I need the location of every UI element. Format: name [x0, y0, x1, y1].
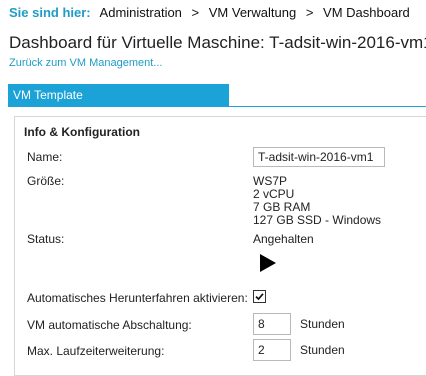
status-value: Angehalten	[253, 232, 314, 246]
status-label: Status:	[27, 232, 65, 246]
auto-shutdown-label: Automatisches Herunterfahren aktivieren:	[27, 291, 248, 305]
vm-auto-shutdown-label: VM automatische Abschaltung:	[27, 318, 192, 332]
breadcrumb-prefix: Sie sind hier:	[9, 5, 91, 20]
breadcrumb-item-vm-verwaltung[interactable]: VM Verwaltung	[209, 5, 296, 20]
size-value-line-2: 2 vCPU	[253, 187, 295, 201]
size-value-line-1: WS7P	[253, 174, 288, 188]
play-icon[interactable]	[260, 254, 276, 272]
max-runtime-unit: Stunden	[300, 343, 345, 357]
name-label: Name:	[27, 150, 63, 164]
breadcrumb: Sie sind hier: Administration > VM Verwa…	[9, 5, 410, 20]
checkmark-icon	[255, 293, 264, 301]
vm-auto-shutdown-unit: Stunden	[300, 317, 345, 331]
tab-divider	[8, 106, 426, 107]
size-label: Größe:	[27, 174, 65, 188]
back-to-vm-management-link[interactable]: Zurück zum VM Management...	[9, 57, 162, 69]
page-title: Dashboard für Virtuelle Maschine: T-adsi…	[9, 33, 426, 52]
breadcrumb-separator: >	[191, 5, 200, 20]
max-runtime-label: Max. Laufzeiterweiterung:	[27, 344, 165, 358]
vm-auto-shutdown-hours-input[interactable]	[253, 313, 291, 335]
breadcrumb-item-administration[interactable]: Administration	[100, 5, 182, 20]
section-title: Info & Konfiguration	[24, 125, 140, 139]
max-runtime-hours-input[interactable]	[253, 339, 291, 361]
vm-name-field[interactable]	[253, 147, 385, 167]
breadcrumb-item-vm-dashboard: VM Dashboard	[323, 5, 410, 20]
size-value-line-4: 127 GB SSD - Windows	[253, 213, 382, 227]
auto-shutdown-checkbox[interactable]	[253, 290, 266, 303]
tab-vm-template[interactable]: VM Template	[8, 84, 229, 106]
breadcrumb-separator: >	[305, 5, 314, 20]
size-value-line-3: 7 GB RAM	[253, 200, 311, 214]
